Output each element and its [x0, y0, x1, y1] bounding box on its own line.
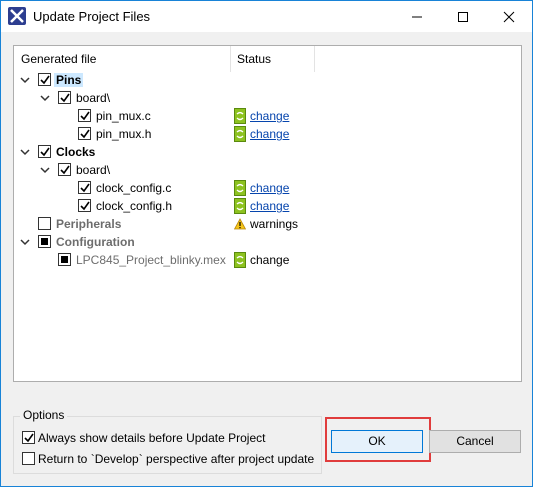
chevron-down-icon[interactable]: [20, 147, 30, 157]
chevron-down-icon[interactable]: [20, 75, 30, 85]
tree-label-peripherals: Peripherals: [56, 217, 122, 231]
update-project-files-dialog: Update Project Files Generated file Stat…: [0, 0, 533, 487]
tree-row-pin-mux-h[interactable]: pin_mux.h change: [14, 125, 521, 143]
file-change-icon: [234, 252, 246, 268]
window-title: Update Project Files: [33, 9, 151, 24]
tree-label-configuration: Configuration: [56, 235, 135, 249]
checkbox-pin-mux-c[interactable]: [78, 109, 91, 122]
tree-row-clock-config-h[interactable]: clock_config.h change: [14, 197, 521, 215]
column-header-generated-file[interactable]: Generated file: [14, 46, 231, 72]
status-text-warnings: warnings: [250, 217, 299, 231]
maximize-icon: [458, 12, 468, 22]
app-logo-icon: [8, 7, 26, 25]
maximize-button[interactable]: [440, 1, 486, 32]
tree-row-pins[interactable]: Pins: [14, 71, 521, 89]
option-label-return-develop: Return to `Develop` perspective after pr…: [38, 452, 315, 466]
checkbox-clock-config-h[interactable]: [78, 199, 91, 212]
tree-label-clocks-board: board\: [76, 163, 111, 177]
checkbox-return-to-develop[interactable]: [22, 452, 35, 465]
checkmark-icon: [40, 75, 50, 85]
file-change-icon: [234, 180, 246, 196]
status-text-change: change: [250, 253, 290, 267]
ok-button[interactable]: OK: [331, 430, 423, 453]
checkbox-clock-config-c[interactable]: [78, 181, 91, 194]
checkbox-configuration[interactable]: [38, 235, 51, 248]
checkbox-mex-file[interactable]: [58, 253, 71, 266]
checkbox-peripherals[interactable]: [38, 217, 51, 230]
change-link[interactable]: change: [250, 127, 289, 141]
change-link[interactable]: change: [250, 181, 289, 195]
option-label-always-show: Always show details before Update Projec…: [38, 431, 266, 445]
tree-label-pin-mux-h: pin_mux.h: [96, 127, 152, 141]
checkbox-pins[interactable]: [38, 73, 51, 86]
tree-label-pin-mux-c: pin_mux.c: [96, 109, 151, 123]
generated-files-tree[interactable]: Generated file Status Pins board\ pin_mu…: [13, 45, 522, 382]
tree-label-clock-config-h: clock_config.h: [96, 199, 173, 213]
checkbox-pin-mux-h[interactable]: [78, 127, 91, 140]
title-bar[interactable]: Update Project Files: [1, 1, 532, 32]
tree-row-mex-file[interactable]: LPC845_Project_blinky.mex change: [14, 251, 521, 269]
checkmark-icon: [80, 201, 90, 211]
file-change-icon: [234, 126, 246, 142]
tree-row-pins-board[interactable]: board\: [14, 89, 521, 107]
chevron-down-icon[interactable]: [20, 237, 30, 247]
warning-icon: [234, 218, 246, 230]
minimize-button[interactable]: [394, 1, 440, 32]
tree-row-clocks-board[interactable]: board\: [14, 161, 521, 179]
tree-row-pin-mux-c[interactable]: pin_mux.c change: [14, 107, 521, 125]
tree-row-clock-config-c[interactable]: clock_config.c change: [14, 179, 521, 197]
checkbox-always-show-details[interactable]: [22, 431, 35, 444]
checkmark-icon: [80, 129, 90, 139]
tree-label-clock-config-c: clock_config.c: [96, 181, 172, 195]
cancel-button[interactable]: Cancel: [429, 430, 521, 453]
options-legend: Options: [20, 408, 68, 422]
file-change-icon: [234, 108, 246, 124]
checkmark-icon: [80, 111, 90, 121]
checkmark-icon: [60, 93, 70, 103]
close-button[interactable]: [486, 1, 532, 32]
close-icon: [503, 11, 515, 23]
change-link[interactable]: change: [250, 199, 289, 213]
change-link[interactable]: change: [250, 109, 289, 123]
checkmark-icon: [40, 147, 50, 157]
tree-label-clocks: Clocks: [56, 145, 96, 159]
options-group: Options Always show details before Updat…: [13, 408, 322, 474]
chevron-down-icon[interactable]: [40, 93, 50, 103]
file-change-icon: [234, 198, 246, 214]
minimize-icon: [412, 16, 422, 18]
tree-label-pins: Pins: [54, 73, 84, 87]
tree-label-mex-file: LPC845_Project_blinky.mex: [76, 253, 226, 267]
checkbox-pins-board[interactable]: [58, 91, 71, 104]
checkbox-clocks-board[interactable]: [58, 163, 71, 176]
checkmark-icon: [80, 183, 90, 193]
tree-row-peripherals[interactable]: Peripherals warnings: [14, 215, 521, 233]
checkmark-icon: [24, 433, 34, 443]
checkbox-clocks[interactable]: [38, 145, 51, 158]
chevron-down-icon[interactable]: [40, 165, 50, 175]
tree-row-configuration[interactable]: Configuration: [14, 233, 521, 251]
tree-label-pins-board: board\: [76, 91, 111, 105]
checkmark-icon: [60, 165, 70, 175]
tree-row-clocks[interactable]: Clocks: [14, 143, 521, 161]
column-header-status[interactable]: Status: [232, 46, 315, 72]
